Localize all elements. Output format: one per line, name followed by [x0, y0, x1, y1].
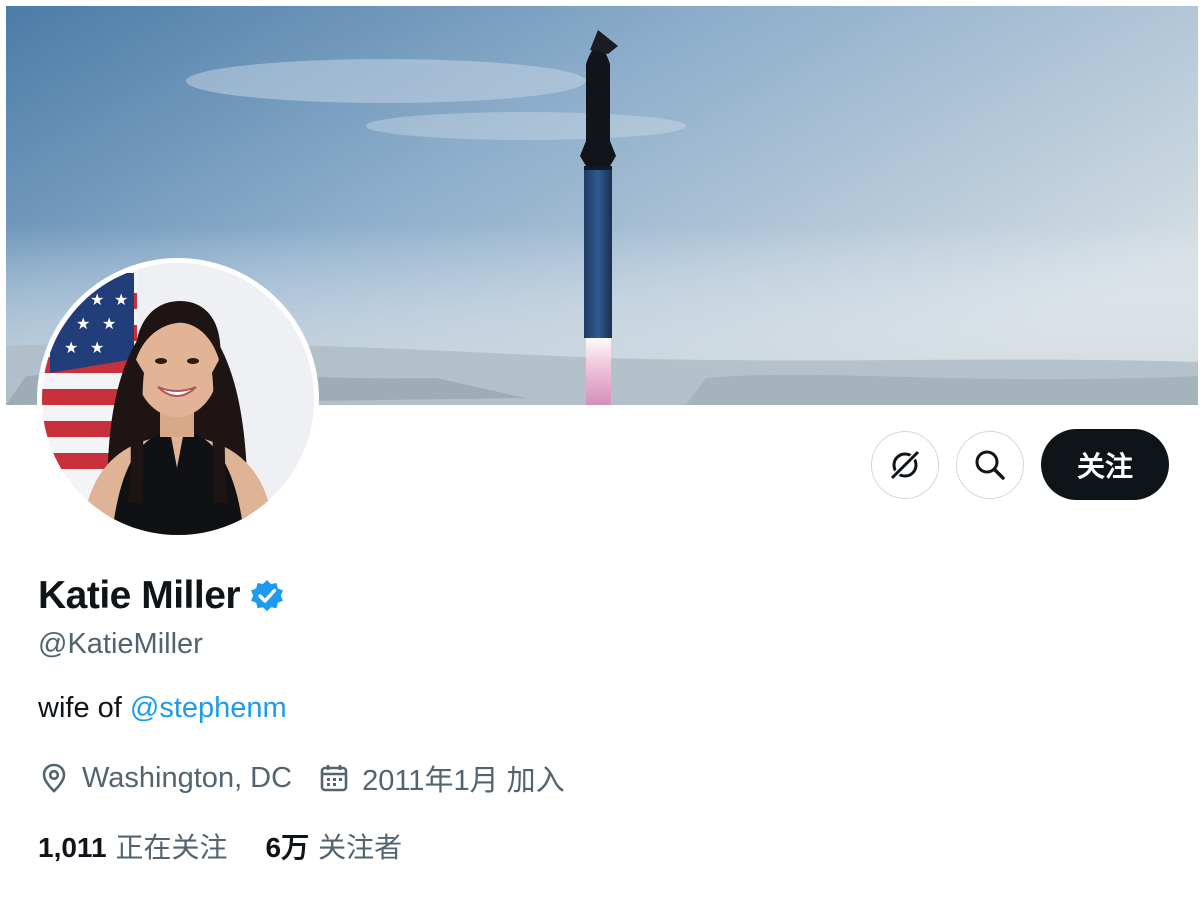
- follow-button[interactable]: 关注: [1041, 429, 1169, 500]
- search-button[interactable]: [956, 430, 1024, 499]
- following-label: 正在关注: [115, 832, 228, 863]
- svg-text:★: ★: [76, 314, 90, 333]
- verified-badge-icon[interactable]: [249, 578, 285, 614]
- grok-icon: [888, 448, 922, 481]
- join-date-item: 2011年1月 加入: [318, 757, 565, 799]
- svg-text:★: ★: [90, 290, 104, 309]
- calendar-icon: [320, 765, 348, 792]
- avatar-portrait-illustration: ★ ★ ★ ★ ★ ★ ★: [42, 263, 314, 535]
- profile-page: ★ ★ ★ ★ ★ ★ ★: [0, 0, 1204, 910]
- search-icon: [975, 450, 1005, 480]
- avatar[interactable]: ★ ★ ★ ★ ★ ★ ★: [42, 263, 314, 535]
- bio-mention-link[interactable]: @stephenm: [130, 692, 287, 724]
- bio-text: wife of: [38, 692, 130, 724]
- followers-link[interactable]: 6万 关注者: [266, 826, 403, 866]
- profile-meta: Washington, DC 2011年1月 加入: [38, 757, 565, 799]
- profile-actions: 关注: [871, 429, 1169, 500]
- followers-label: 关注者: [318, 832, 403, 863]
- svg-text:★: ★: [114, 290, 128, 309]
- join-date-text: 2011年1月 加入: [362, 765, 565, 797]
- svg-text:★: ★: [90, 338, 104, 357]
- follow-stats: 1,011 正在关注 6万 关注者: [38, 826, 402, 866]
- location-text: Washington, DC: [82, 761, 293, 794]
- grok-button[interactable]: [871, 430, 939, 499]
- svg-text:★: ★: [64, 338, 78, 357]
- location-item: Washington, DC: [38, 762, 292, 795]
- followers-count: 6万: [265, 832, 310, 863]
- following-count: 1,011: [38, 832, 107, 863]
- location-pin-icon: [42, 763, 66, 793]
- profile-bio: wife of @stephenm: [38, 692, 287, 725]
- display-name: Katie Miller: [38, 574, 241, 617]
- svg-text:★: ★: [102, 314, 116, 333]
- name-row: Katie Miller: [38, 574, 285, 618]
- user-handle: @KatieMiller: [38, 628, 203, 660]
- following-link[interactable]: 1,011 正在关注: [38, 826, 228, 866]
